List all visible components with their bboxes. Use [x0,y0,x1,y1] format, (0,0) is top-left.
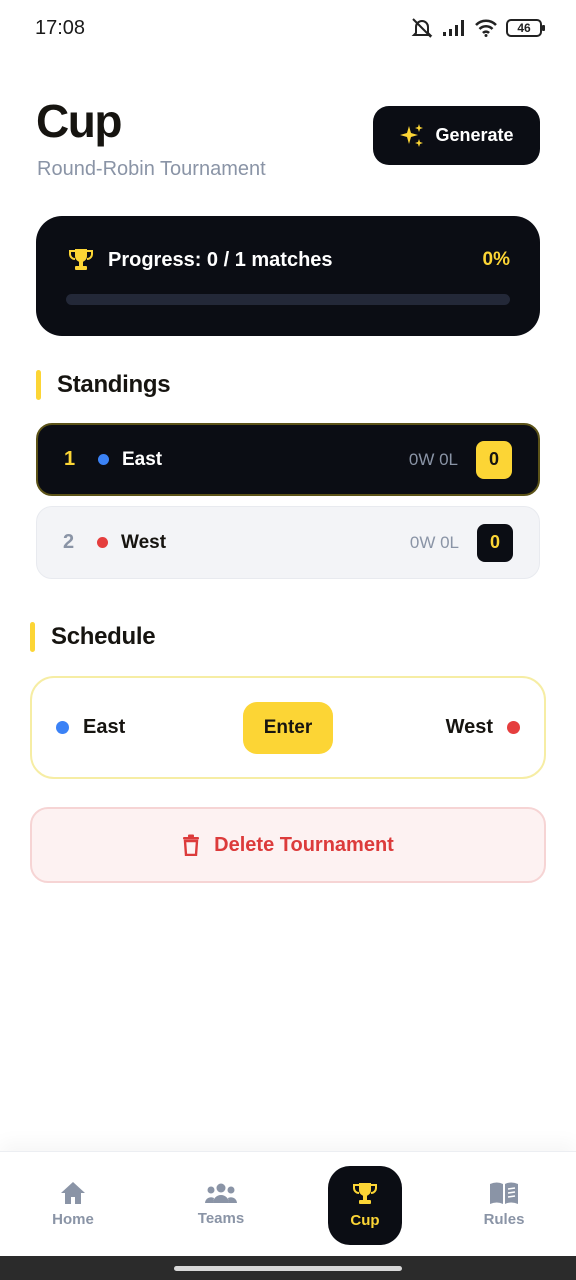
standing-rank: 1 [64,448,76,470]
section-accent-bar [36,370,41,400]
match-away-team: West [446,716,520,739]
status-bar: 17:08 46 [0,0,576,56]
match-card: East Enter West [30,676,546,779]
match-home-team: East [56,716,125,739]
delete-tournament-button[interactable]: Delete Tournament [30,807,546,883]
match-away-name: West [445,716,493,738]
progress-bar [66,294,510,305]
trophy-icon [69,249,93,270]
team-color-dot [98,454,109,465]
wifi-icon [475,19,497,37]
status-icons: 46 [410,17,545,39]
nav-item-home[interactable]: Home [23,1152,123,1257]
team-color-dot [56,721,69,734]
nav-item-rules[interactable]: Rules [454,1152,554,1257]
standings-title: Standings [57,371,171,398]
nav-label: Rules [483,1211,525,1228]
system-navigation-bar [0,1256,576,1280]
standing-record: 0W 0L [408,449,458,469]
standing-points-badge: 0 [477,523,513,562]
page-title: Cup [36,95,122,147]
standing-team-name: West [121,531,167,553]
sparkles-icon [400,123,424,147]
generate-label: Generate [435,125,514,145]
schedule-title: Schedule [51,623,156,650]
status-time: 17:08 [35,16,86,39]
nav-label: Home [52,1211,94,1228]
home-icon [61,1182,85,1204]
nav-item-cup[interactable]: Cup [328,1166,402,1245]
delete-label: Delete Tournament [214,833,394,856]
progress-card: Progress: 0 / 1 matches 0% [36,216,540,336]
standing-record: 0W 0L [409,532,459,552]
nav-label: Cup [350,1212,380,1229]
progress-text: Progress: 0 / 1 matches [108,248,333,271]
enter-result-button[interactable]: Enter [243,702,333,754]
standing-team-name: East [122,448,163,470]
teams-icon [205,1183,237,1203]
progress-percent: 0% [482,249,510,270]
generate-button[interactable]: Generate [373,106,540,165]
standing-points-badge: 0 [476,440,512,479]
match-home-name: East [83,716,126,738]
book-icon [490,1182,518,1204]
bottom-nav: Home Teams Cup Rules [0,1151,576,1256]
schedule-header: Schedule [30,622,156,652]
trash-icon [183,834,200,856]
standing-row[interactable]: 2 West 0W 0L 0 [36,506,540,579]
page-subtitle: Round-Robin Tournament [37,158,266,180]
standing-row[interactable]: 1 East 0W 0L 0 [36,423,540,496]
progress-row: Progress: 0 / 1 matches 0% [68,248,510,272]
nav-item-teams[interactable]: Teams [171,1152,271,1257]
nav-label: Teams [197,1210,245,1227]
section-accent-bar [30,622,35,652]
battery-indicator: 46 [506,19,545,37]
signal-icon [443,20,464,36]
standing-rank: 2 [63,531,75,553]
team-color-dot [507,721,520,734]
team-color-dot [97,537,108,548]
mute-bell-icon [411,18,433,38]
gesture-handle[interactable] [174,1266,402,1271]
trophy-icon [353,1183,377,1204]
standings-header: Standings [36,370,171,400]
